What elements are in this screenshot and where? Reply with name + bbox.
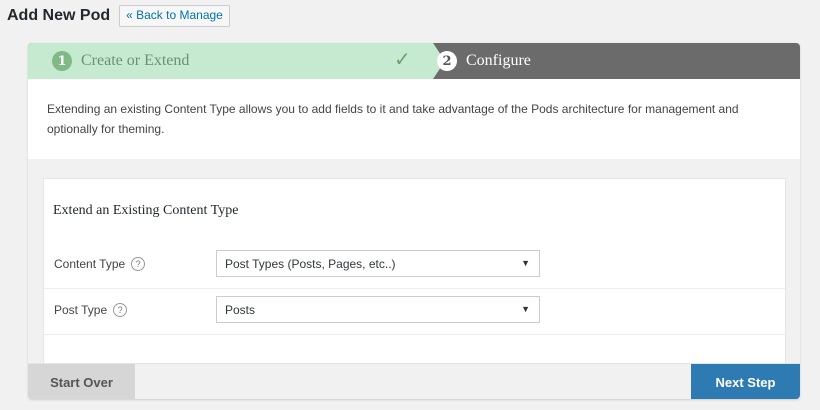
- content-type-label-text: Content Type: [54, 257, 126, 271]
- content-type-select[interactable]: Post Types (Posts, Pages, etc..) ▼: [216, 250, 540, 277]
- chevron-down-icon: ▼: [521, 258, 530, 268]
- content-type-row: Content Type ? Post Types (Posts, Pages,…: [44, 243, 785, 288]
- content-type-value: Post Types (Posts, Pages, etc..): [225, 256, 396, 271]
- post-type-label-text: Post Type: [54, 303, 108, 317]
- chevron-down-icon: ▼: [521, 304, 530, 314]
- intro-text: Extending an existing Content Type allow…: [28, 79, 800, 159]
- pod-wizard: 1 Create or Extend ✓ 2 Configure Extendi…: [28, 43, 800, 399]
- back-to-manage-link[interactable]: « Back to Manage: [119, 5, 230, 27]
- help-icon[interactable]: ?: [113, 303, 128, 317]
- step-1-number: 1: [52, 51, 72, 71]
- post-type-value: Posts: [225, 302, 256, 317]
- post-type-label: Post Type ?: [54, 303, 128, 317]
- next-step-button[interactable]: Next Step: [691, 364, 800, 399]
- check-icon: ✓: [394, 49, 411, 71]
- content-type-label: Content Type ?: [54, 257, 146, 271]
- step-2-number: 2: [437, 51, 457, 71]
- form-heading: Extend an Existing Content Type: [53, 203, 239, 218]
- page-header: Add New Pod « Back to Manage: [7, 3, 230, 29]
- start-over-button[interactable]: Start Over: [28, 364, 135, 399]
- post-type-select[interactable]: Posts ▼: [216, 296, 540, 323]
- step-2-label: Configure: [466, 52, 531, 69]
- step-create-or-extend[interactable]: 1 Create or Extend ✓: [28, 43, 433, 79]
- page-title: Add New Pod: [7, 7, 111, 24]
- wizard-footer: Start Over Next Step: [28, 363, 800, 399]
- step-1-label: Create or Extend: [81, 52, 190, 69]
- help-icon[interactable]: ?: [131, 257, 146, 271]
- step-configure: 2 Configure: [433, 43, 531, 79]
- post-type-row: Post Type ? Posts ▼: [44, 288, 785, 335]
- extend-form: Extend an Existing Content Type Content …: [43, 178, 786, 364]
- wizard-steps: 1 Create or Extend ✓ 2 Configure: [28, 43, 800, 79]
